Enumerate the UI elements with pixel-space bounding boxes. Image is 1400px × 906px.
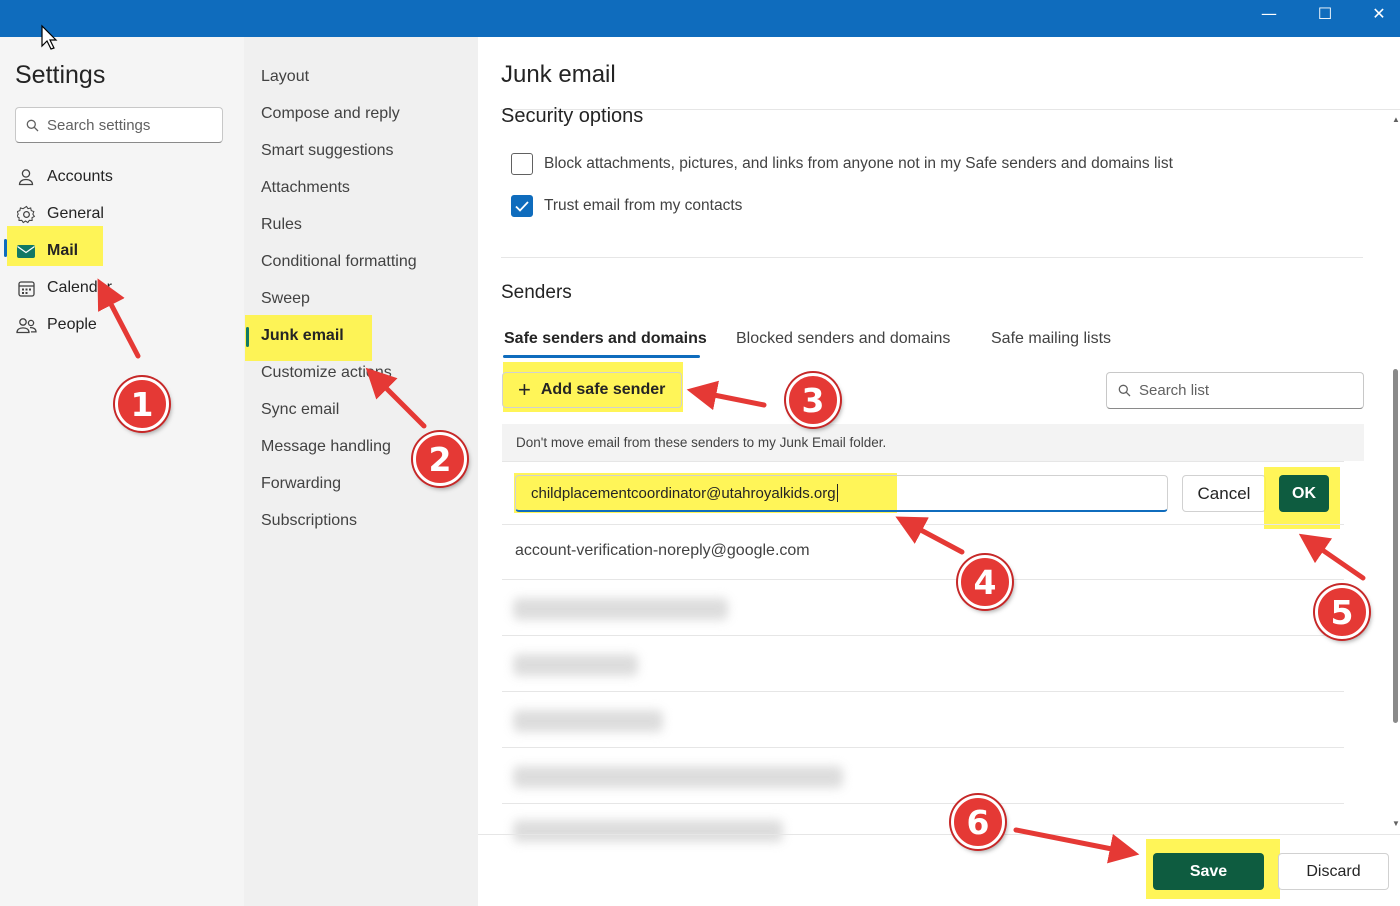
step-badge: 4 xyxy=(958,555,1012,609)
save-button[interactable]: Save xyxy=(1153,853,1264,890)
divider xyxy=(502,803,1344,804)
menu-junk-email[interactable]: Junk email xyxy=(261,327,344,345)
text-caret xyxy=(836,484,838,502)
nav-label-people: People xyxy=(47,316,97,333)
trust-contacts-checkbox[interactable] xyxy=(511,195,533,217)
nav-mail[interactable]: Mail xyxy=(15,236,78,266)
tab-safe-mailing-lists[interactable]: Safe mailing lists xyxy=(991,330,1111,348)
menu-message-handling[interactable]: Message handling xyxy=(261,438,391,456)
step-badge: 5 xyxy=(1315,585,1369,639)
gear-icon xyxy=(15,203,37,225)
divider xyxy=(502,461,1344,462)
block-attachments-label: Block attachments, pictures, and links f… xyxy=(544,155,1173,172)
checkmark-icon xyxy=(515,200,529,212)
minimize-button[interactable]: — xyxy=(1246,0,1292,26)
menu-compose-and-reply[interactable]: Compose and reply xyxy=(261,105,400,123)
block-attachments-checkbox[interactable] xyxy=(511,153,533,175)
email-input-value: childplacementcoordinator@utahroyalkids.… xyxy=(531,484,836,502)
divider xyxy=(502,579,1344,580)
menu-sweep[interactable]: Sweep xyxy=(261,290,310,308)
trust-contacts-label: Trust email from my contacts xyxy=(544,197,743,214)
nav-label-accounts: Accounts xyxy=(47,168,113,185)
scroll-up-arrow[interactable]: ▲ xyxy=(1392,115,1400,124)
blurred-sender-item xyxy=(513,710,663,732)
title-bar: — ☐ ✕ xyxy=(0,0,1400,37)
security-options-title: Security options xyxy=(501,105,644,127)
nav-people[interactable]: People xyxy=(15,310,97,340)
menu-subscriptions[interactable]: Subscriptions xyxy=(261,512,357,530)
divider xyxy=(502,747,1344,748)
divider xyxy=(502,691,1344,692)
safe-sender-email-input[interactable]: childplacementcoordinator@utahroyalkids.… xyxy=(515,475,1168,512)
settings-nav: Settings Search settings Accounts Genera… xyxy=(0,37,244,906)
ok-button[interactable]: OK xyxy=(1279,475,1329,512)
selected-indicator xyxy=(4,239,7,257)
add-safe-sender-button[interactable]: + Add safe sender xyxy=(502,372,682,408)
menu-customize-actions[interactable]: Customize actions xyxy=(261,364,392,382)
step-badge: 2 xyxy=(413,432,467,486)
nav-accounts[interactable]: Accounts xyxy=(15,162,113,192)
step-badge: 3 xyxy=(786,373,840,427)
settings-title: Settings xyxy=(15,61,106,89)
nav-calendar[interactable]: Calendar xyxy=(15,273,112,303)
tab-blocked-senders[interactable]: Blocked senders and domains xyxy=(736,330,950,348)
search-icon xyxy=(1118,384,1131,397)
divider xyxy=(502,635,1344,636)
menu-sync-email[interactable]: Sync email xyxy=(261,401,339,419)
block-attachments-option: Block attachments, pictures, and links f… xyxy=(511,153,1173,175)
discard-button[interactable]: Discard xyxy=(1278,853,1389,890)
sender-list-item[interactable]: account-verification-noreply@google.com xyxy=(515,542,810,560)
blurred-sender-item xyxy=(513,598,728,620)
senders-title: Senders xyxy=(501,282,572,303)
close-button[interactable]: ✕ xyxy=(1356,0,1400,26)
person-icon xyxy=(15,166,37,188)
menu-attachments[interactable]: Attachments xyxy=(261,179,350,197)
search-list-input[interactable]: Search list xyxy=(1106,372,1364,409)
nav-label-calendar: Calendar xyxy=(47,279,112,296)
divider xyxy=(501,257,1363,258)
blurred-sender-item xyxy=(513,766,843,788)
info-text: Don't move email from these senders to m… xyxy=(502,424,1364,461)
add-safe-sender-label: Add safe sender xyxy=(540,381,666,398)
footer-divider xyxy=(478,834,1400,835)
step-badge: 6 xyxy=(951,795,1005,849)
scroll-down-arrow[interactable]: ▼ xyxy=(1392,819,1400,828)
search-list-placeholder: Search list xyxy=(1139,382,1210,399)
blurred-sender-item xyxy=(513,820,783,842)
nav-general[interactable]: General xyxy=(15,199,104,229)
search-icon xyxy=(26,119,39,131)
mail-icon xyxy=(15,240,37,262)
junk-email-panel: Junk email Security options Block attach… xyxy=(478,37,1400,906)
menu-conditional-formatting[interactable]: Conditional formatting xyxy=(261,253,417,271)
step-badge: 1 xyxy=(115,377,169,431)
plus-icon: + xyxy=(518,377,531,402)
people-icon xyxy=(15,314,37,336)
active-tab-indicator xyxy=(503,355,700,358)
menu-forwarding[interactable]: Forwarding xyxy=(261,475,341,493)
calendar-icon xyxy=(15,277,37,299)
menu-layout[interactable]: Layout xyxy=(261,68,309,86)
cancel-button[interactable]: Cancel xyxy=(1182,475,1266,512)
blurred-sender-item xyxy=(513,654,638,676)
menu-smart-suggestions[interactable]: Smart suggestions xyxy=(261,142,394,160)
scrollbar-thumb[interactable] xyxy=(1393,369,1398,723)
selected-indicator xyxy=(246,327,249,347)
divider xyxy=(502,524,1344,525)
menu-rules[interactable]: Rules xyxy=(261,216,302,234)
search-settings-placeholder: Search settings xyxy=(47,116,151,134)
trust-contacts-option: Trust email from my contacts xyxy=(511,195,742,217)
search-settings-input[interactable]: Search settings xyxy=(15,107,223,143)
page-title: Junk email xyxy=(501,61,616,88)
tab-safe-senders[interactable]: Safe senders and domains xyxy=(504,330,707,348)
nav-label-general: General xyxy=(47,205,104,222)
maximize-button[interactable]: ☐ xyxy=(1302,0,1348,26)
nav-label-mail: Mail xyxy=(47,242,79,259)
